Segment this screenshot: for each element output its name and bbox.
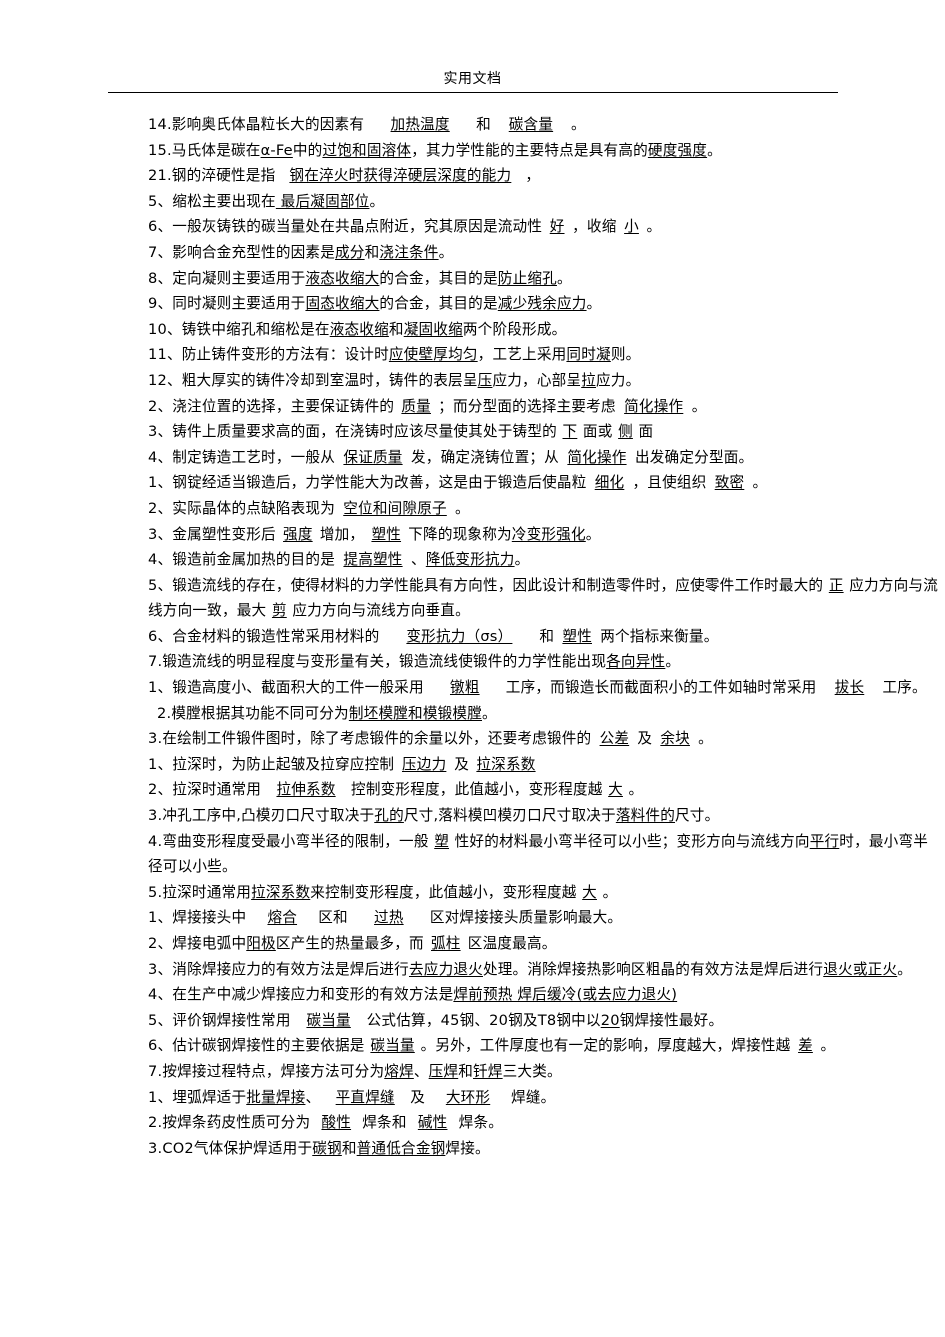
doc-line: 6、估计碳钢焊接性的主要依据是 碳当量 。另外，工件厚度也有一定的影响，厚度越大，焊…	[148, 1037, 836, 1055]
doc-line: 4、制定铸造工艺时，一般从 保证质量 发，确定浇铸位置；从 简化操作 出发确定分型面。	[148, 448, 754, 466]
doc-line: 5、评价钢焊接性常用 碳当量 公式估算，45钢、20钢及T8钢中以20钢焊接性最好。	[148, 1011, 724, 1029]
doc-line: 3、金属塑性变形后 强度 增加， 塑性 下降的现象称为冷变形强化。	[148, 525, 601, 543]
doc-line: 15.马氏体是碳在α-Fe中的过饱和固溶体，其力学性能的主要特点是具有高的硬度强…	[148, 141, 722, 159]
doc-line: 8、定向凝则主要适用于液态收缩大的合金，其目的是防止缩孔。	[148, 269, 572, 287]
doc-line: 3.在绘制工件锻件图时，除了考虑锻件的余量以外，还要考虑锻件的 公差及余块。	[148, 730, 713, 748]
document-body: 14.影响奥氏体晶粒长大的因素有 加热温度和碳含量。 15.马氏体是碳在α-Fe中…	[148, 112, 938, 1161]
doc-line: 4、在生产中减少焊接应力和变形的有效方法是焊前预热 焊后缓冷(或去应力退火)	[148, 986, 678, 1004]
doc-line: 2、拉深时通常用 拉伸系数 控制变形程度，此值越小，变形程度越大。	[148, 781, 644, 799]
doc-line: 2.按焊条药皮性质可分为 酸性 焊条和 碱性 焊条。	[148, 1114, 504, 1132]
doc-line: 3.CO2气体保护焊适用于碳钢和普通低合金钢焊接。	[148, 1139, 490, 1157]
header-divider	[107, 92, 838, 93]
doc-line: 7、影响合金充型性的因素是成分和浇注条件。	[148, 243, 454, 261]
doc-line: 3、消除焊接应力的有效方法是焊后进行去应力退火处理。消除焊接热影响区粗晶的有效方…	[148, 960, 913, 978]
doc-line: 5、缩松主要出现在 最后凝固部位。	[148, 192, 385, 210]
doc-line: 6、合金材料的锻造性常采用材料的 变形抗力（σs）和塑性 两个指标来衡量。	[148, 627, 719, 645]
doc-line: 1、焊接接头中 熔合 区和 过热 区对焊接接头质量影响最大。	[148, 909, 623, 927]
doc-line: 5、锻造流线的存在，使得材料的力学性能具有方向性，因此设计和制造零件时，应使零件…	[148, 576, 938, 620]
doc-line: 14.影响奥氏体晶粒长大的因素有 加热温度和碳含量。	[148, 116, 586, 133]
doc-line: 4、锻造前金属加热的目的是 提高塑性 、降低变形抗力。	[148, 551, 530, 569]
document-page: 实用文档 14.影响奥氏体晶粒长大的因素有 加热温度和碳含量。 15.马氏体是碳在…	[0, 0, 945, 1337]
doc-line: 2.模膛根据其功能不同可分为制坯模膛和模锻模膛。	[157, 704, 497, 722]
doc-line: 3、铸件上质量要求高的面，在浇铸时应该尽量使其处于铸型的下面或侧面	[148, 423, 654, 441]
doc-line: 1、锻造高度小、截面积大的工件一般采用 镦粗 工序，而锻造长而截面积小的工件如轴时常…	[148, 679, 927, 697]
doc-line: 9、同时凝则主要适用于固态收缩大的合金，其目的是减少残余应力。	[148, 295, 602, 313]
doc-line: 1、埋弧焊适于批量焊接、 平直焊缝及大环形 焊缝。	[148, 1088, 556, 1106]
doc-line: 1、钢锭经适当锻造后，力学性能大为改善，这是由于锻造后使晶粒 细化 ，且使组织 致密。	[148, 474, 768, 492]
doc-line: 21.钢的淬硬性是指 钢在淬火时获得淬硬层深度的能力，	[148, 167, 541, 185]
doc-line: 2、焊接电弧中阳极区产生的热量最多，而 弧柱 区温度最高。	[148, 935, 557, 952]
doc-line: 4.弯曲变形程度受最小弯半径的限制，一般塑性好的材料最小弯半径可以小些；变形方向…	[148, 832, 929, 876]
doc-line: 2、实际晶体的点缺陷表现为 空位和间隙原子。	[148, 499, 470, 517]
doc-line: 5.拉深时通常用拉深系数来控制变形程度，此值越小，变形程度越大。	[148, 883, 618, 901]
header-title: 实用文档	[443, 71, 502, 87]
doc-line: 7.锻造流线的明显程度与变形量有关，锻造流线使锻件的力学性能出现各向异性。	[148, 653, 681, 671]
doc-line: 6、一般灰铸铁的碳当量处在共晶点附近，究其原因是流动性好，收缩小。	[148, 218, 662, 236]
doc-line: 10、铸铁中缩孔和缩松是在液态收缩和凝固收缩两个阶段形成。	[148, 320, 567, 338]
doc-line: 3.冲孔工序中,凸模刃口尺寸取决于孔的尺寸,落料模凹模刃口尺寸取决于落料件的尺寸…	[148, 807, 720, 825]
doc-line: 11、防止铸件变形的方法有：设计时应使壁厚均匀，工艺上采用同时凝则。	[148, 346, 641, 364]
doc-line: 2、浇注位置的选择，主要保证铸件的 质量 ；而分型面的选择主要考虑 简化操作。	[148, 397, 707, 415]
doc-line: 12、粗大厚实的铸件冷却到室温时，铸件的表层呈压应力，心部呈拉应力。	[148, 371, 641, 389]
page-header: 实用文档	[0, 0, 945, 93]
doc-line: 1、拉深时，为防止起皱及拉穿应控制 压边力及拉深系数	[148, 755, 536, 773]
doc-line: 7.按焊接过程特点，焊接方法可分为熔焊、压焊和钎焊三大类。	[148, 1062, 562, 1080]
